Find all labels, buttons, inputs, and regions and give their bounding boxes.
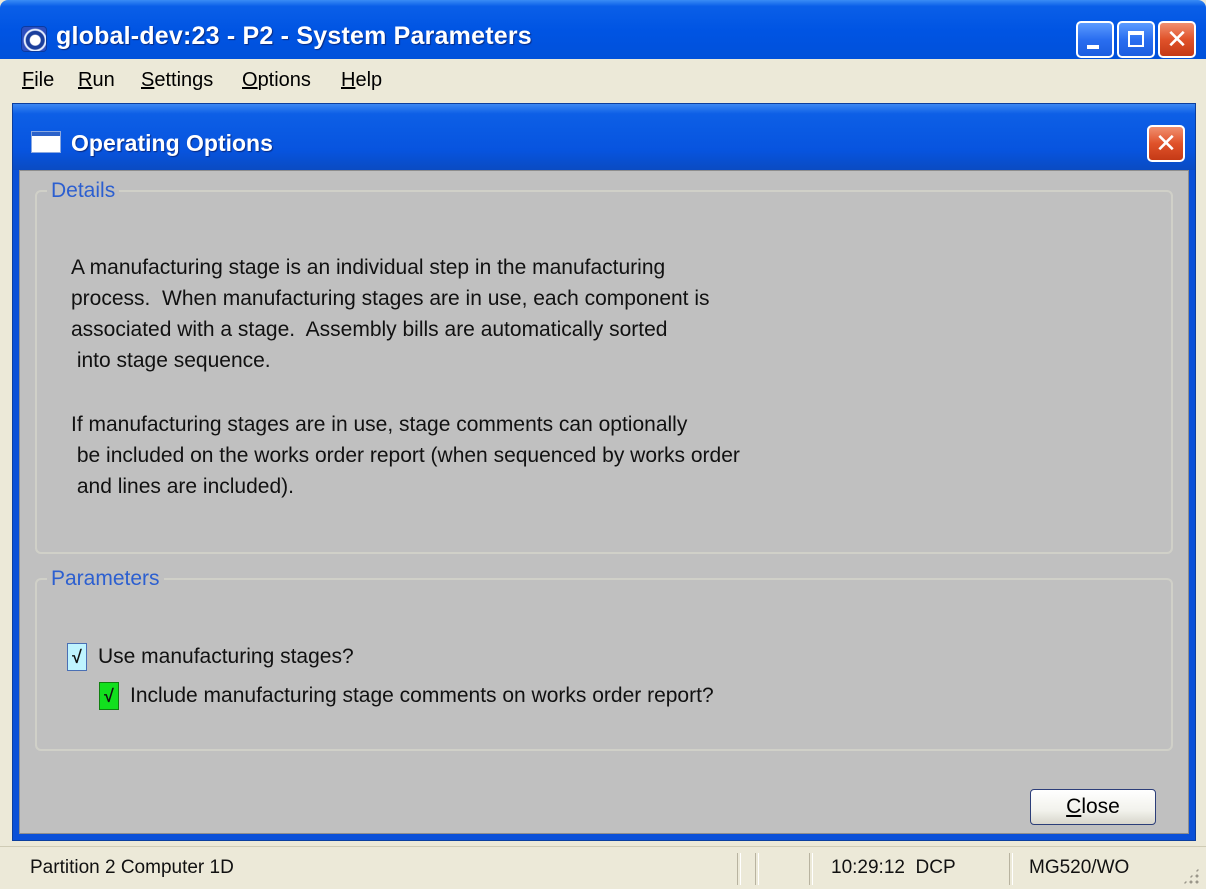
details-group: Details A manufacturing stage is an indi… [35,179,1173,554]
close-icon: ✕ [1155,128,1177,158]
status-separator [758,853,810,885]
menu-options[interactable]: Options [242,69,311,92]
include-comments-option[interactable]: √ Include manufacturing stage comments o… [99,682,714,710]
details-line: If manufacturing stages are in use, stag… [71,413,688,436]
window-icon [31,131,61,153]
close-button[interactable]: Close [1030,789,1156,825]
dialog-title: Operating Options [71,130,273,156]
use-stages-option[interactable]: √ Use manufacturing stages? [67,643,354,671]
menu-file[interactable]: File [22,69,54,92]
minimize-icon [1087,45,1099,49]
minimize-button[interactable] [1076,21,1114,58]
status-mode: DCP [915,857,956,878]
parameters-group: Parameters √ Use manufacturing stages? √… [35,567,1173,751]
close-window-button[interactable]: ✕ [1158,21,1196,58]
status-separator [740,853,756,885]
dialog-window: Operating Options ✕ Details A manufactur… [12,103,1196,841]
status-time-mode: 10:29:12 DCP [812,853,1010,885]
details-line: process. When manufacturing stages are i… [71,287,710,310]
maximize-icon [1128,31,1144,47]
details-line: be included on the works order report (w… [71,444,740,467]
menu-bar: File Run Settings Options Help [0,59,1206,99]
dialog-titlebar[interactable]: Operating Options ✕ [13,104,1195,170]
status-program: MG520/WO [1012,853,1180,885]
dialog-body: Details A manufacturing stage is an indi… [19,170,1189,834]
details-line: into stage sequence. [71,349,271,372]
dialog-close-button[interactable]: ✕ [1147,125,1185,162]
include-comments-checkbox[interactable]: √ [99,682,119,710]
details-line: and lines are included). [71,475,294,498]
include-comments-label: Include manufacturing stage comments on … [130,684,714,707]
maximize-button[interactable] [1117,21,1155,58]
menu-run[interactable]: Run [78,69,115,92]
status-time: 10:29:12 [831,857,905,878]
app-icon[interactable] [22,27,46,51]
details-line: associated with a stage. Assembly bills … [71,318,668,341]
details-line: A manufacturing stage is an individual s… [71,256,666,279]
parameters-legend: Parameters [51,567,160,590]
use-stages-checkbox[interactable]: √ [67,643,87,671]
menu-settings[interactable]: Settings [141,69,213,92]
close-icon: ✕ [1166,24,1188,54]
menu-help[interactable]: Help [341,69,382,92]
window-title: global-dev:23 - P2 - System Parameters [56,22,532,50]
use-stages-label: Use manufacturing stages? [98,645,354,668]
resize-grip-icon[interactable] [1182,867,1200,885]
status-partition: Partition 2 Computer 1D [14,853,738,885]
status-bar: Partition 2 Computer 1D 10:29:12 DCP MG5… [0,846,1206,889]
details-legend: Details [51,179,116,202]
